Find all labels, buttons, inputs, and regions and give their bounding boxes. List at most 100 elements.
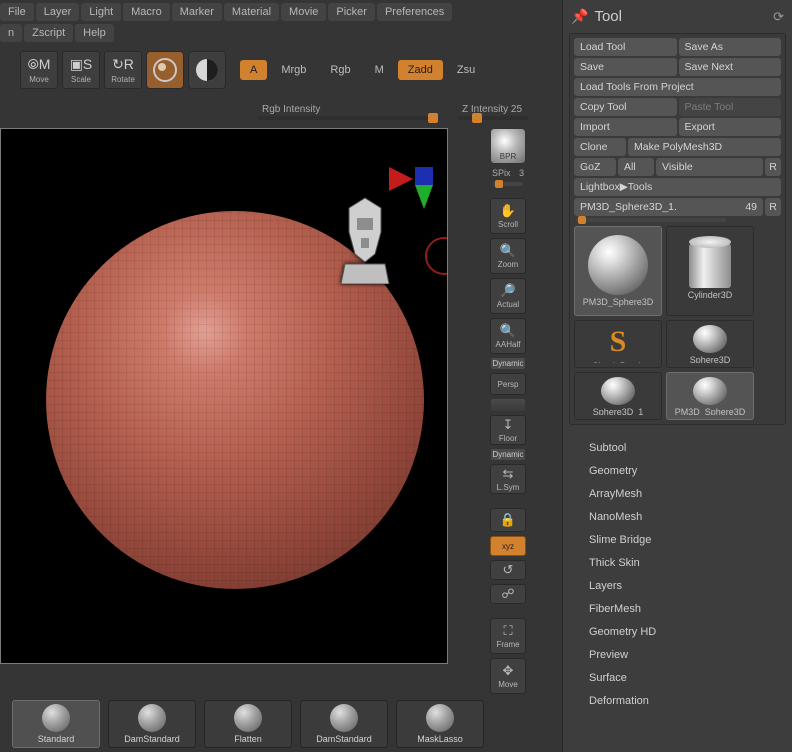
tool-panel-title: Tool bbox=[594, 8, 767, 25]
brush-flatten[interactable]: Flatten bbox=[204, 700, 292, 748]
tool-buttons-box: Load ToolSave As SaveSave Next Load Tool… bbox=[569, 33, 786, 425]
rgb-intensity-label: Rgb Intensity bbox=[262, 104, 320, 115]
brush-damstandard-2[interactable]: DamStandard bbox=[300, 700, 388, 748]
spix-slider[interactable]: SPix 3 bbox=[492, 168, 524, 178]
save-button[interactable]: Save bbox=[574, 58, 677, 76]
saveas-button[interactable]: Save As bbox=[679, 38, 782, 56]
clone-button[interactable]: Clone bbox=[574, 138, 626, 156]
menu-macro[interactable]: Macro bbox=[123, 3, 170, 21]
sub-thickskin[interactable]: Thick Skin bbox=[589, 554, 786, 572]
menu-material[interactable]: Material bbox=[224, 3, 279, 21]
sub-subtool[interactable]: Subtool bbox=[589, 439, 786, 457]
mrgb-chip[interactable]: Mrgb bbox=[271, 60, 316, 80]
goz-all-button[interactable]: All bbox=[618, 158, 654, 176]
bpr-button[interactable]: BPR bbox=[490, 128, 526, 164]
dynamic-tag[interactable]: Dynamic bbox=[491, 358, 525, 369]
actual-button[interactable]: 🔎Actual bbox=[490, 278, 526, 314]
z-intensity-label: Z Intensity 25 bbox=[462, 104, 522, 115]
a-chip[interactable]: A bbox=[240, 60, 267, 80]
sub-surface[interactable]: Surface bbox=[589, 669, 786, 687]
menu-file[interactable]: File bbox=[0, 3, 34, 21]
menu-help[interactable]: Help bbox=[75, 24, 114, 42]
rotate-pivot-button[interactable]: ↺ bbox=[490, 560, 526, 580]
make-polymesh-button[interactable]: Make PolyMesh3D bbox=[628, 138, 781, 156]
brush-tray: Standard DamStandard Flatten DamStandard… bbox=[12, 700, 484, 748]
refresh-icon[interactable]: ⟳ bbox=[773, 9, 784, 25]
lsym-button[interactable]: ⇆L.Sym bbox=[490, 464, 526, 494]
spix-slider-track[interactable] bbox=[493, 182, 523, 186]
menu-picker[interactable]: Picker bbox=[328, 3, 375, 21]
aahalf-button[interactable]: 🔍AAHalf bbox=[490, 318, 526, 354]
import-button[interactable]: Import bbox=[574, 118, 677, 136]
savenext-button[interactable]: Save Next bbox=[679, 58, 782, 76]
load-project-button[interactable]: Load Tools From Project bbox=[574, 78, 781, 96]
sub-slimebridge[interactable]: Slime Bridge bbox=[589, 531, 786, 549]
tool-reset-button[interactable]: R bbox=[765, 198, 781, 216]
zoom-button[interactable]: 🔍Zoom bbox=[490, 238, 526, 274]
texture-swatch[interactable] bbox=[188, 51, 226, 89]
menu-movie[interactable]: Movie bbox=[281, 3, 326, 21]
axis-gizmo[interactable] bbox=[389, 167, 435, 213]
goz-r-button[interactable]: R bbox=[765, 158, 781, 176]
sub-preview[interactable]: Preview bbox=[589, 646, 786, 664]
menu-preferences[interactable]: Preferences bbox=[377, 3, 452, 21]
menu-light[interactable]: Light bbox=[81, 3, 121, 21]
menu-layer[interactable]: Layer bbox=[36, 3, 80, 21]
viewport[interactable] bbox=[0, 128, 448, 664]
xyz-button[interactable]: xyz bbox=[490, 536, 526, 556]
persp-button[interactable]: Persp bbox=[490, 373, 526, 395]
m-chip[interactable]: M bbox=[365, 60, 394, 80]
subpalette-list: Subtool Geometry ArrayMesh NanoMesh Slim… bbox=[569, 439, 786, 710]
z-intensity-slider[interactable] bbox=[458, 116, 528, 120]
scroll-button[interactable]: ✋Scroll bbox=[490, 198, 526, 234]
export-button[interactable]: Export bbox=[679, 118, 782, 136]
sub-geometryhd[interactable]: Geometry HD bbox=[589, 623, 786, 641]
floor-button[interactable]: ↧Floor bbox=[490, 415, 526, 445]
sub-fibermesh[interactable]: FiberMesh bbox=[589, 600, 786, 618]
rgb-chip[interactable]: Rgb bbox=[320, 60, 360, 80]
tool-thumb-cylinder3d[interactable]: Cylinder3D bbox=[666, 226, 754, 316]
sub-layers[interactable]: Layers bbox=[589, 577, 786, 595]
goz-visible-button[interactable]: Visible bbox=[656, 158, 763, 176]
material-swatch[interactable] bbox=[146, 51, 184, 89]
move-button[interactable]: ⦾MMove bbox=[20, 51, 58, 89]
menu-n[interactable]: n bbox=[0, 24, 22, 42]
paste-tool-button[interactable]: Paste Tool bbox=[679, 98, 782, 116]
transpose-ring[interactable] bbox=[425, 237, 448, 275]
tool-thumb-sphere3d-1[interactable]: Sphere3D_1 bbox=[574, 372, 662, 420]
lightbox-tools-button[interactable]: Lightbox▶Tools bbox=[574, 178, 781, 196]
brush-standard[interactable]: Standard bbox=[12, 700, 100, 748]
load-tool-button[interactable]: Load Tool bbox=[574, 38, 677, 56]
pin-icon[interactable]: 📌 bbox=[571, 8, 588, 25]
rgb-intensity-slider[interactable] bbox=[258, 116, 438, 120]
persp-slider[interactable] bbox=[491, 399, 525, 411]
zsu-chip[interactable]: Zsu bbox=[447, 60, 485, 80]
brush-masklasso[interactable]: MaskLasso bbox=[396, 700, 484, 748]
tool-thumb-pm3d-sphere3d[interactable]: PM3D_Sphere3D bbox=[574, 226, 662, 316]
camera-head-gizmo[interactable] bbox=[335, 189, 395, 289]
goz-button[interactable]: GoZ bbox=[574, 158, 616, 176]
tool-thumb-sphere3d[interactable]: Sphere3D bbox=[666, 320, 754, 368]
scale-button[interactable]: ▣SScale bbox=[62, 51, 100, 89]
tool-thumb-simplebrush[interactable]: SSimpleBrush bbox=[574, 320, 662, 368]
move-canvas-button[interactable]: ✥Move bbox=[490, 658, 526, 694]
dynamic-tag-2[interactable]: Dynamic bbox=[491, 449, 525, 460]
sub-geometry[interactable]: Geometry bbox=[589, 462, 786, 480]
solo-button[interactable]: ☍ bbox=[490, 584, 526, 604]
sub-arraymesh[interactable]: ArrayMesh bbox=[589, 485, 786, 503]
zadd-chip[interactable]: Zadd bbox=[398, 60, 443, 80]
lock-button[interactable]: 🔒 bbox=[490, 508, 526, 532]
menu-zscript[interactable]: Zscript bbox=[24, 24, 73, 42]
sub-deformation[interactable]: Deformation bbox=[589, 692, 786, 710]
tool-count-slider[interactable]: PM3D_Sphere3D_1.49 bbox=[574, 198, 763, 216]
copy-tool-button[interactable]: Copy Tool bbox=[574, 98, 677, 116]
menu-marker[interactable]: Marker bbox=[172, 3, 222, 21]
sub-nanomesh[interactable]: NanoMesh bbox=[589, 508, 786, 526]
tool-thumb-pm3d-sphere3d-2[interactable]: PM3D_Sphere3D bbox=[666, 372, 754, 420]
frame-button[interactable]: ⛶Frame bbox=[490, 618, 526, 654]
brush-damstandard[interactable]: DamStandard bbox=[108, 700, 196, 748]
tool-panel: 📌 Tool ⟳ Load ToolSave As SaveSave Next … bbox=[562, 0, 792, 752]
tool-slider-track[interactable] bbox=[576, 218, 726, 222]
tool-thumb-grid: PM3D_Sphere3D Cylinder3D SSimpleBrush Sp… bbox=[574, 226, 781, 420]
rotate-button[interactable]: ↻RRotate bbox=[104, 51, 142, 89]
